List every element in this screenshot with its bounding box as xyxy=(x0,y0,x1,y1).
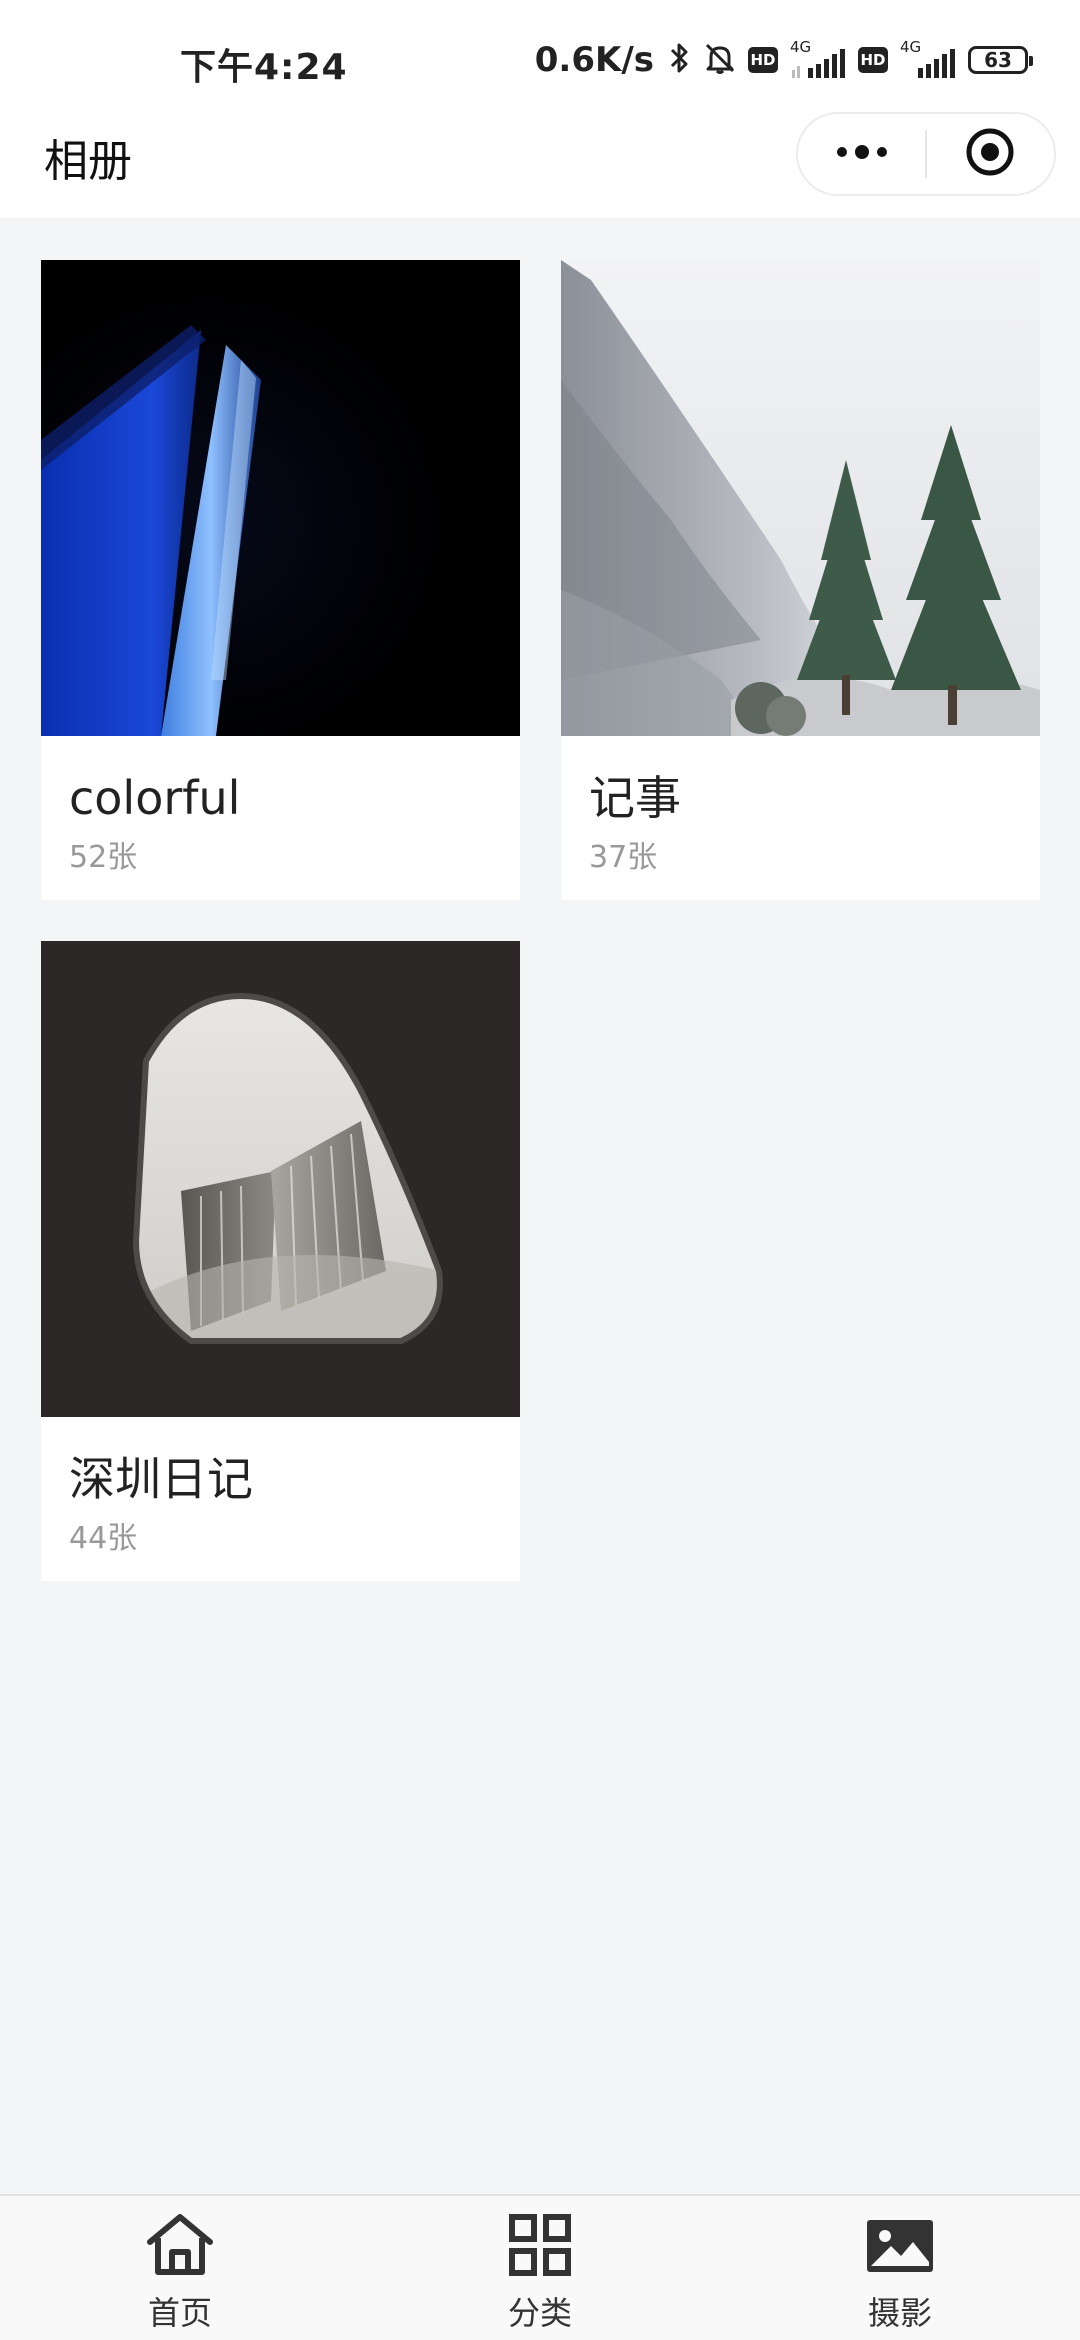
image-icon xyxy=(865,2212,935,2282)
signal-icon-sim2: 4G xyxy=(898,38,958,80)
bottom-tab-bar: 首页 分类 摄影 xyxy=(0,2194,1080,2340)
close-mini-program-button[interactable] xyxy=(927,114,1054,194)
grid-icon xyxy=(507,2212,573,2282)
page-title: 相册 xyxy=(44,136,132,187)
album-card-notes[interactable]: 记事 37张 xyxy=(561,260,1040,900)
mini-program-capsule xyxy=(796,112,1056,196)
status-icons: 0.6K/s HD 4G HD 4G 63 xyxy=(534,36,1033,84)
battery-indicator: 63 xyxy=(968,46,1033,74)
tab-label: 摄影 xyxy=(867,2294,932,2332)
hd-badge-1: HD xyxy=(748,47,778,73)
hd-badge-2: HD xyxy=(858,47,888,73)
bluetooth-icon xyxy=(668,40,692,80)
tab-category[interactable]: 分类 xyxy=(360,2196,720,2340)
sim1-tech-label: 4G xyxy=(790,38,812,56)
home-icon xyxy=(144,2212,216,2282)
album-count: 52张 xyxy=(69,840,138,875)
bell-muted-icon xyxy=(702,40,738,80)
album-count: 44张 xyxy=(69,1521,138,1556)
sim2-tech-label: 4G xyxy=(900,38,922,56)
album-name: 深圳日记 xyxy=(69,1452,253,1506)
signal-icon-sim1: 4G xyxy=(788,38,848,80)
more-dots-icon xyxy=(834,142,890,166)
tab-label: 分类 xyxy=(507,2294,572,2332)
tab-home[interactable]: 首页 xyxy=(0,2196,360,2340)
album-name: colorful xyxy=(69,771,241,825)
tab-photography[interactable]: 摄影 xyxy=(720,2196,1080,2340)
album-cover-image xyxy=(561,260,1040,736)
more-button[interactable] xyxy=(798,114,925,194)
album-card-shenzhen-diary[interactable]: 深圳日记 44张 xyxy=(41,941,520,1581)
target-circle-icon xyxy=(964,126,1016,182)
album-cover-image xyxy=(41,260,520,736)
status-bar: 下午4:24 0.6K/s HD 4G HD 4G 63 xyxy=(0,0,1080,110)
nav-bar: 相册 xyxy=(0,110,1080,218)
album-name: 记事 xyxy=(589,771,681,825)
network-speed: 0.6K/s xyxy=(534,40,654,80)
album-count: 37张 xyxy=(589,840,658,875)
album-card-colorful[interactable]: colorful 52张 xyxy=(41,260,520,900)
album-cover-image xyxy=(41,941,520,1417)
status-time: 下午4:24 xyxy=(180,47,348,88)
tab-label: 首页 xyxy=(147,2294,212,2332)
